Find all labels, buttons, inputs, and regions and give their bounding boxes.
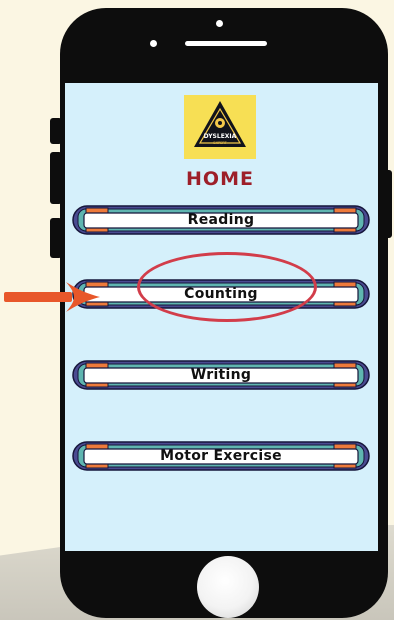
camera-icon [216,20,223,27]
reading-label: Reading [187,212,255,228]
highlight-ring [137,252,317,322]
writing-button[interactable]: Writing [72,360,370,390]
home-button[interactable] [197,556,259,618]
motor-exercise-button[interactable]: Motor Exercise [72,441,370,471]
logo-subtext: EXPERT [213,141,227,145]
page-title: HOME [186,168,254,190]
speaker-grille [185,41,267,46]
dyslexia-expert-logo: DYSLEXIA EXPERT [184,95,256,159]
sensor-icon [150,40,157,47]
motor-exercise-label: Motor Exercise [160,448,282,464]
logo-text: DYSLEXIA [204,133,237,140]
arrow-right-icon [4,282,100,312]
writing-label: Writing [190,367,252,383]
reading-button[interactable]: Reading [72,205,370,235]
